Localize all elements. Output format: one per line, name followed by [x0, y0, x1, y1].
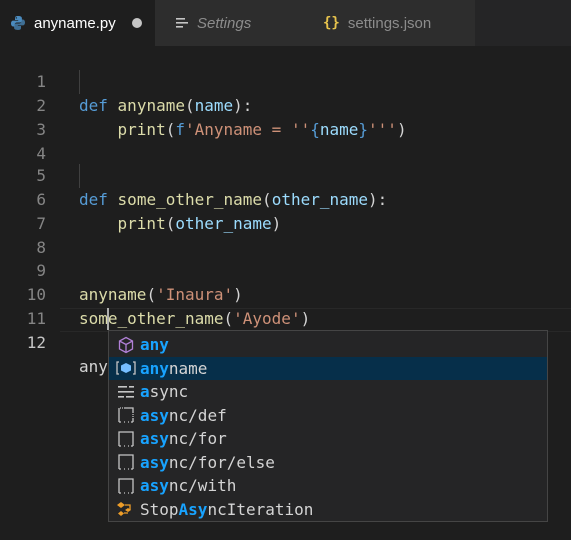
variable-icon: [115, 358, 137, 378]
code-line: 6 print(other_name): [0, 164, 571, 233]
line-number: 12: [26, 333, 46, 352]
snippet-icon: [115, 476, 137, 496]
snippet-icon: [115, 429, 137, 449]
unsaved-dot-icon[interactable]: [132, 18, 142, 28]
code-line: 2 print(f'Anyname = ''{name}'''): [0, 70, 571, 139]
suggestion-item[interactable]: Stop Asy nc Iteration: [109, 498, 547, 522]
class-icon: [115, 499, 137, 519]
settings-list-icon: [175, 16, 189, 30]
code-line: 7: [0, 188, 571, 233]
suggestion-item[interactable]: any: [109, 333, 547, 357]
tab-bar: anyname.py Settings {} settings.json: [0, 0, 571, 46]
tab-label: Settings: [197, 14, 252, 32]
snippet-icon: [115, 405, 137, 425]
suggestion-item[interactable]: asy nc/def: [109, 404, 547, 428]
text-cursor: [107, 308, 109, 330]
suggestion-item-selected[interactable]: any name: [109, 356, 547, 380]
tab-settings-json[interactable]: {} settings.json: [305, 0, 475, 46]
code-line: 10 some_other_name('Ayode'): [0, 259, 571, 328]
json-braces-icon: {}: [323, 15, 340, 31]
snippet-icon: [115, 452, 137, 472]
code-line: 9 anyname('Inaura'): [0, 235, 571, 304]
code-line: 11: [0, 283, 571, 328]
tab-settings[interactable]: Settings: [155, 0, 305, 46]
code-line: 5 def some_other_name(other_name):: [0, 140, 571, 209]
code-line: 4: [0, 118, 571, 163]
suggestion-item[interactable]: asy nc/for/else: [109, 451, 547, 475]
code-line: 3: [0, 94, 571, 139]
keyword-list-icon: [115, 382, 137, 402]
tab-label: settings.json: [347, 14, 432, 32]
code-line: 8: [0, 212, 571, 257]
suggestion-item[interactable]: a sync: [109, 380, 547, 404]
keyword-cube-icon: [115, 335, 137, 355]
autocomplete-suggestions: any any name a sync asy nc/def asy nc/for as…: [108, 330, 548, 522]
python-icon: [10, 15, 26, 31]
code-line: 1 def anyname(name):: [0, 46, 571, 115]
code-line: 12 any: [0, 307, 571, 376]
suggestion-item[interactable]: asy nc/with: [109, 474, 547, 498]
suggestion-item[interactable]: asy nc/for: [109, 427, 547, 451]
tab-label: anyname.py: [34, 14, 116, 32]
